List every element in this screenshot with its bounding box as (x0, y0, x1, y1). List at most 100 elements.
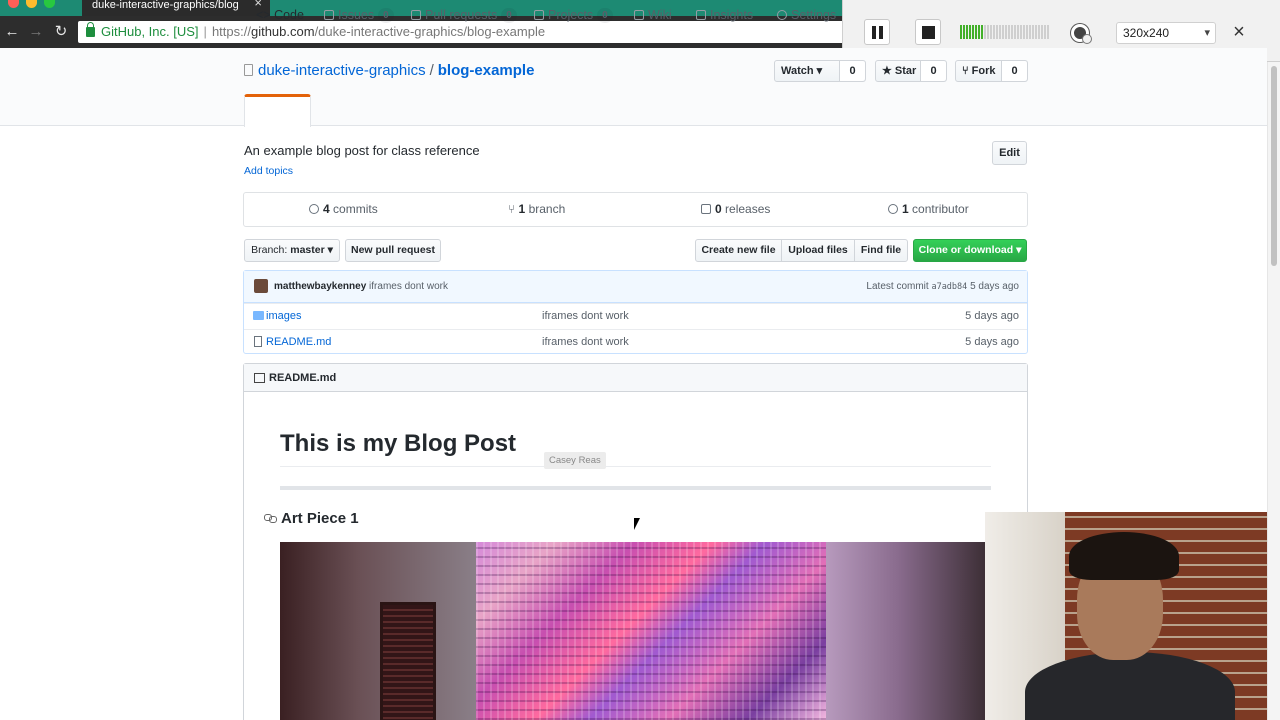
releases-count: 0 (715, 202, 722, 216)
audio-level-meter (960, 25, 1050, 39)
folder-icon (253, 311, 264, 320)
fork-label-text: Fork (971, 65, 996, 77)
issues-icon (324, 10, 334, 20)
resolution-select[interactable]: 320x240 ▾ (1116, 22, 1216, 44)
tab-pull-requests[interactable]: Pull requests 0 (411, 0, 517, 32)
repo-description: An example blog post for class reference (244, 143, 480, 158)
table-row[interactable]: images iframes dont work 5 days ago (244, 303, 1027, 329)
fork-button[interactable]: ⑂ Fork 0 (955, 60, 1028, 82)
commit-author[interactable]: matthewbaykenney (274, 281, 366, 292)
art-image (280, 542, 985, 720)
releases-link[interactable]: 0 releases (701, 201, 770, 217)
tab-insights-label: Insights (710, 8, 754, 22)
branch-link[interactable]: ⑂ 1 branch (508, 201, 565, 217)
file-commit-message[interactable]: iframes dont work (542, 330, 629, 354)
resolution-value: 320x240 (1123, 26, 1170, 40)
site-identity[interactable]: GitHub, Inc. [US] (101, 24, 199, 39)
tab-wiki-label: Wiki (648, 8, 672, 22)
star-button[interactable]: ★ Star 0 (875, 60, 947, 82)
upload-files-button[interactable]: Upload files (781, 239, 855, 262)
commit-summary: matthewbaykenney iframes dont work (274, 280, 448, 294)
gear-icon (777, 10, 787, 20)
tab-code[interactable]: <> Code (256, 0, 304, 32)
contributors-link[interactable]: 1 contributor (888, 201, 969, 217)
tooltip: Casey Reas (544, 452, 606, 469)
horizontal-rule (280, 486, 991, 490)
back-icon[interactable]: ← (2, 20, 22, 44)
file-name[interactable]: README.md (266, 330, 331, 354)
forward-icon[interactable]: → (26, 20, 46, 44)
new-pull-request-button[interactable]: New pull request (345, 239, 441, 262)
recorder-close-icon[interactable]: × (1228, 22, 1250, 44)
releases-label: releases (725, 202, 771, 216)
section-heading: Art Piece 1 (281, 510, 359, 527)
file-age: 5 days ago (965, 310, 1019, 322)
screen: { "browser": { "tab_title": "duke-intera… (0, 0, 1280, 720)
star-count[interactable]: 0 (920, 61, 946, 81)
tab-projects[interactable]: Projects 0 (534, 0, 613, 32)
people-icon (888, 204, 898, 214)
repo-owner-link[interactable]: duke-interactive-graphics (258, 62, 426, 79)
commit-sha[interactable]: a7adb84 (931, 282, 967, 292)
page-scrollbar[interactable] (1267, 62, 1280, 720)
avatar[interactable] (254, 279, 268, 293)
webcam-person-hair (1069, 532, 1179, 580)
clone-or-download-button[interactable]: Clone or download ▾ (913, 239, 1027, 262)
audio-level-fill (960, 25, 983, 39)
commits-link[interactable]: 4 commits (309, 201, 378, 217)
webcam-overlay (985, 512, 1269, 720)
tab-insights[interactable]: Insights (696, 0, 753, 32)
mouse-cursor (634, 518, 640, 530)
tab-wiki[interactable]: Wiki (634, 0, 672, 32)
book-icon (254, 373, 265, 383)
latest-commit-row: matthewbaykenney iframes dont work Lates… (244, 271, 1027, 303)
file-icon (254, 336, 262, 347)
pull-request-icon (411, 10, 421, 20)
table-row[interactable]: README.md iframes dont work 5 days ago (244, 329, 1027, 355)
address-separator: | (203, 24, 207, 39)
scrollbar-thumb[interactable] (1271, 66, 1277, 266)
link-icon[interactable] (264, 514, 277, 523)
heading-divider (280, 466, 991, 467)
branch-select-button[interactable]: Branch: master ▾ (244, 239, 340, 262)
contributors-label: contributor (912, 202, 969, 216)
file-name[interactable]: images (266, 304, 301, 328)
repo-header (0, 48, 1267, 126)
latest-commit-info: Latest commit a7adb84 5 days ago (866, 280, 1019, 294)
tab-settings[interactable]: Settings (777, 0, 836, 32)
branch-icon: ⑂ (508, 202, 519, 216)
fork-count[interactable]: 0 (1001, 61, 1027, 81)
repo-name-link[interactable]: blog-example (438, 62, 535, 79)
watch-label: Watch ▾ (781, 65, 823, 77)
insights-icon (696, 10, 706, 20)
tab-code-selected-frame (244, 94, 311, 127)
add-topics-link[interactable]: Add topics (244, 164, 293, 178)
tab-issues[interactable]: Issues 0 (324, 0, 394, 32)
pause-icon[interactable] (864, 19, 890, 45)
tab-title: duke-interactive-graphics/blog (92, 0, 239, 11)
commit-message[interactable]: iframes dont work (369, 281, 448, 292)
commits-label: commits (333, 202, 378, 216)
projects-count: 0 (597, 8, 613, 23)
watch-count[interactable]: 0 (839, 61, 865, 81)
branch-prefix: Branch: (251, 244, 288, 256)
tab-issues-label: Issues (338, 8, 375, 22)
history-icon (309, 204, 319, 214)
reload-icon[interactable]: ↻ (51, 20, 71, 44)
file-commit-message[interactable]: iframes dont work (542, 304, 629, 328)
find-file-button[interactable]: Find file (854, 239, 908, 262)
create-new-file-button[interactable]: Create new file (695, 239, 782, 262)
blog-heading: This is my Blog Post (280, 430, 517, 457)
webcam-icon[interactable] (1071, 24, 1092, 44)
fork-icon: ⑂ (962, 65, 972, 77)
tab-settings-label: Settings (791, 8, 837, 22)
star-label: ★ Star (882, 65, 917, 77)
issues-count: 0 (378, 8, 394, 23)
watch-button[interactable]: Watch ▾ 0 (774, 60, 866, 82)
tab-code-label: <> Code (256, 8, 304, 22)
browser-tab[interactable]: duke-interactive-graphics/blog × (82, 0, 270, 16)
latest-commit-label: Latest commit (866, 281, 929, 292)
stop-icon[interactable] (915, 19, 941, 45)
edit-description-button[interactable]: Edit (992, 141, 1027, 165)
branch-label: branch (528, 202, 566, 216)
